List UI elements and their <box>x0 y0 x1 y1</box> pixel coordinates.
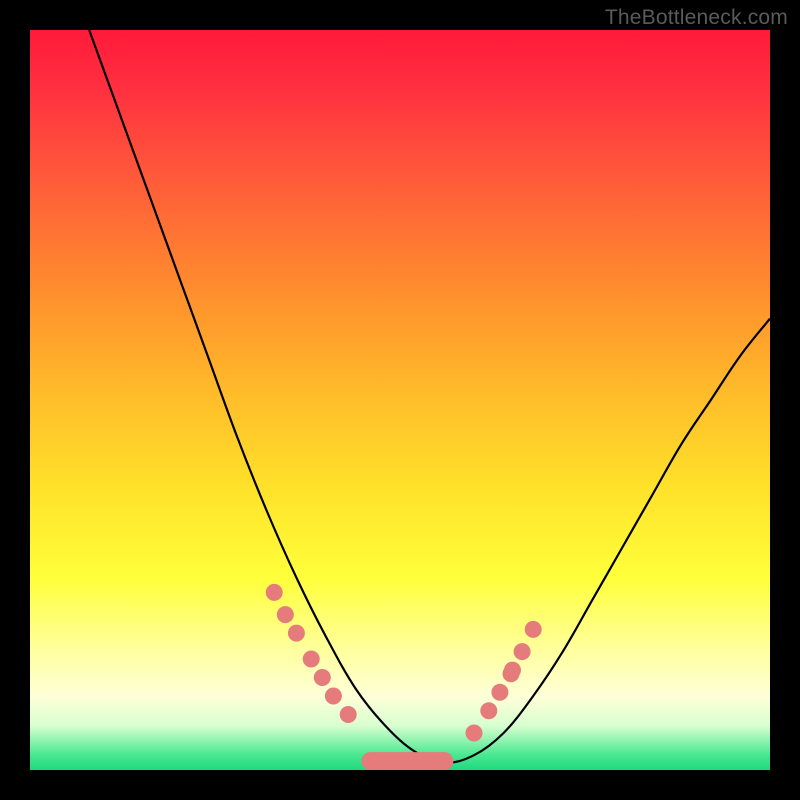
right-dots-dot <box>491 684 508 701</box>
right-dots-dot <box>480 702 497 719</box>
chart-frame: TheBottleneck.com <box>0 0 800 800</box>
left-dots-dot <box>314 669 331 686</box>
left-dots-dot <box>325 688 342 705</box>
attribution-text: TheBottleneck.com <box>605 6 788 30</box>
left-dots-dot <box>266 584 283 601</box>
left-dots-dot <box>303 651 320 668</box>
bottom-bar <box>361 752 453 770</box>
right-dots-dot <box>525 621 542 638</box>
left-dots-dot <box>277 606 294 623</box>
right-dots-dot <box>466 725 483 742</box>
right-dots-dot <box>504 662 521 679</box>
right-dots-dot <box>514 643 531 660</box>
left-dots-dot <box>288 625 305 642</box>
chart-plot-area <box>30 30 770 770</box>
bottleneck-curve <box>89 30 770 763</box>
chart-svg <box>30 30 770 770</box>
left-dots-dot <box>340 706 357 723</box>
